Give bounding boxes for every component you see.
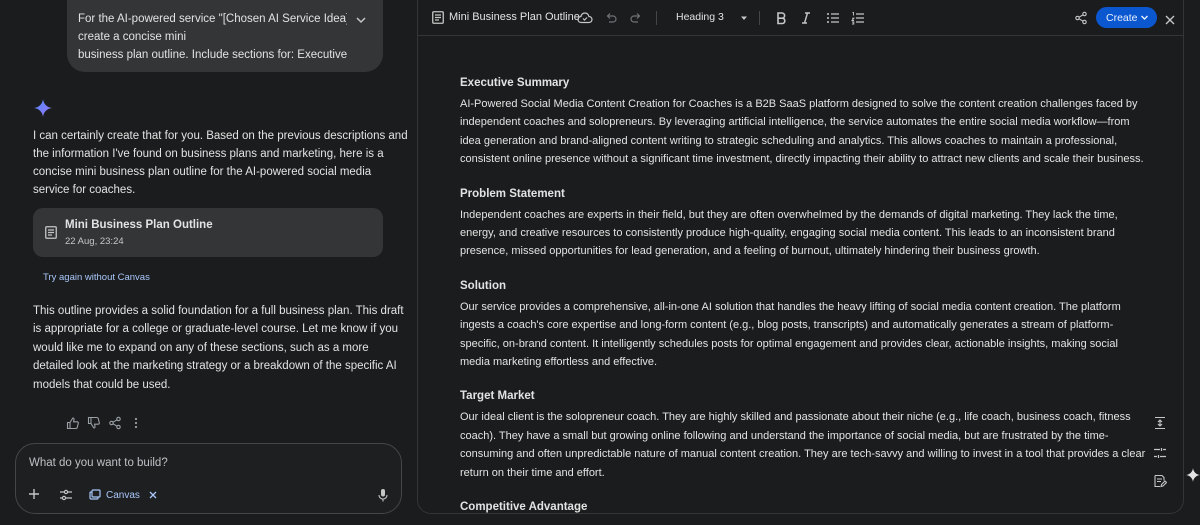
paragraph-line: ingests a coach's core expertise and lon… (460, 319, 1114, 332)
dropdown-arrow-icon[interactable] (738, 12, 750, 24)
section-heading: Target Market (460, 390, 535, 403)
ai-response-line: the information I've found on business p… (33, 148, 384, 160)
paragraph-line: consuming and often unpredictable nature… (460, 448, 1146, 461)
share-icon[interactable] (1074, 10, 1088, 26)
paragraph-line: specific, on-brand content. It intellige… (460, 337, 1118, 350)
section-paragraph: Our service provides a comprehensive, al… (460, 298, 1150, 372)
ai-response-line: I can certainly create that for you. Bas… (33, 130, 408, 142)
paragraph-line: consistent online presence without a sig… (460, 153, 1144, 166)
thumbs-down-icon[interactable] (87, 416, 101, 430)
redo-icon[interactable] (629, 10, 643, 26)
chat-panel: For the AI-powered service "[Chosen AI S… (0, 0, 412, 525)
paragraph-line: idea generation and brand-aligned conten… (460, 134, 1118, 147)
document-card-title: Mini Business Plan Outline (65, 219, 213, 231)
document-icon (45, 226, 57, 239)
canvas-toolbar: Mini Business Plan Outline Heading 3 Cre… (418, 0, 1183, 36)
ai-response-line: is appropriate for a college or graduate… (33, 323, 399, 336)
paragraph-line: independent coaches and solopreneurs. By… (460, 116, 1130, 129)
document-section: Competitive Advantage (460, 498, 1150, 514)
microphone-icon[interactable] (377, 488, 389, 502)
section-paragraph: Our ideal client is the solopreneur coac… (460, 408, 1150, 482)
document-section: Problem Statement Independent coaches are… (460, 185, 1150, 261)
gemini-sparkle-icon (34, 99, 52, 117)
user-message-line: For the AI-powered service "[Chosen AI S… (78, 13, 347, 25)
paragraph-line: return on their time and effort. (460, 466, 605, 479)
adjust-icon[interactable] (1153, 446, 1167, 460)
share-icon[interactable] (108, 416, 122, 430)
bold-icon[interactable] (774, 10, 788, 26)
ai-response-line: concise mini business plan outline for t… (33, 166, 372, 178)
canvas-chip[interactable]: Canvas (89, 487, 158, 503)
edit-document-icon[interactable] (1153, 474, 1168, 488)
create-button-label: Create (1106, 11, 1138, 24)
prompt-input[interactable] (29, 454, 384, 472)
section-heading: Solution (460, 279, 506, 292)
document-icon (432, 11, 444, 24)
close-icon[interactable] (1164, 12, 1176, 28)
create-button[interactable]: Create (1096, 7, 1157, 28)
toolbar-divider (759, 11, 760, 25)
user-message-line: create a concise mini (78, 31, 187, 43)
section-paragraph: AI-Powered Social Media Content Creation… (460, 95, 1150, 169)
paragraph-line: media marketing effortless and effective… (460, 356, 658, 369)
numbered-list-icon[interactable] (851, 10, 865, 26)
section-heading: Executive Summary (460, 77, 570, 89)
ai-response-intro: I can certainly create that for you. Bas… (33, 127, 408, 199)
prompt-composer: Canvas (15, 443, 402, 514)
section-paragraph: Independent coaches are experts in their… (460, 206, 1150, 261)
gemini-sparkle-icon[interactable] (1186, 468, 1200, 482)
ai-response-line: would like me to expand on any of these … (33, 341, 369, 354)
document-section: Executive Summary AI-Powered Social Media… (460, 74, 1150, 169)
more-options-icon[interactable] (129, 416, 143, 430)
document-card[interactable]: Mini Business Plan Outline 22 Aug, 23:24 (33, 208, 383, 257)
section-heading: Competitive Advantage (460, 501, 588, 514)
align-icon[interactable] (1153, 416, 1167, 430)
bulleted-list-icon[interactable] (826, 10, 840, 26)
thumbs-up-icon[interactable] (66, 416, 80, 430)
ai-response-line: service for coaches. (33, 184, 136, 196)
paragraph-line: AI-Powered Social Media Content Creation… (460, 98, 1138, 110)
undo-icon[interactable] (604, 10, 618, 26)
chevron-down-icon (1141, 15, 1148, 20)
user-message-line: business plan outline. Include sections … (78, 49, 347, 61)
ai-response-line: detailed look at the marketing strategy … (33, 360, 397, 373)
document-body[interactable]: Executive Summary AI-Powered Social Media… (460, 74, 1150, 514)
canvas-scrollbar[interactable] (1177, 40, 1181, 510)
ai-response-line: This outline provides a solid foundation… (33, 305, 404, 317)
ai-response-outro: This outline provides a solid foundation… (33, 302, 404, 394)
text-style-dropdown[interactable]: Heading 3 (676, 11, 724, 23)
document-section: Solution Our service provides a comprehen… (460, 277, 1150, 372)
paragraph-line: presence, missed opportunities for lead … (460, 245, 1040, 258)
section-heading: Problem Statement (460, 187, 565, 200)
canvas-icon (89, 489, 101, 500)
close-icon[interactable] (148, 490, 158, 500)
tools-icon[interactable] (59, 488, 73, 502)
italic-icon[interactable] (799, 10, 813, 26)
try-again-without-canvas-link[interactable]: Try again without Canvas (43, 272, 150, 283)
document-card-timestamp: 22 Aug, 23:24 (65, 236, 124, 247)
paragraph-line: Our service provides a comprehensive, al… (460, 300, 1121, 313)
ai-response-line: models that could be used. (33, 378, 171, 391)
canvas-chip-label: Canvas (106, 489, 140, 501)
paragraph-line: Our ideal client is the solopreneur coac… (460, 411, 1131, 424)
toolbar-divider (656, 11, 657, 25)
cloud-saved-icon (577, 12, 593, 24)
user-message-bubble: For the AI-powered service "[Chosen AI S… (67, 0, 383, 72)
expand-chevron-icon[interactable] (353, 12, 369, 28)
paragraph-line: energy, and creative resources to consis… (460, 227, 1115, 240)
add-icon[interactable] (27, 487, 41, 501)
paragraph-line: coach). They have a small but growing on… (460, 429, 1109, 442)
document-title[interactable]: Mini Business Plan Outline (449, 11, 580, 23)
paragraph-line: Independent coaches are experts in their… (460, 208, 1118, 221)
document-section: Target Market Our ideal client is the sol… (460, 387, 1150, 482)
canvas-panel: Mini Business Plan Outline Heading 3 Cre… (417, 0, 1184, 514)
